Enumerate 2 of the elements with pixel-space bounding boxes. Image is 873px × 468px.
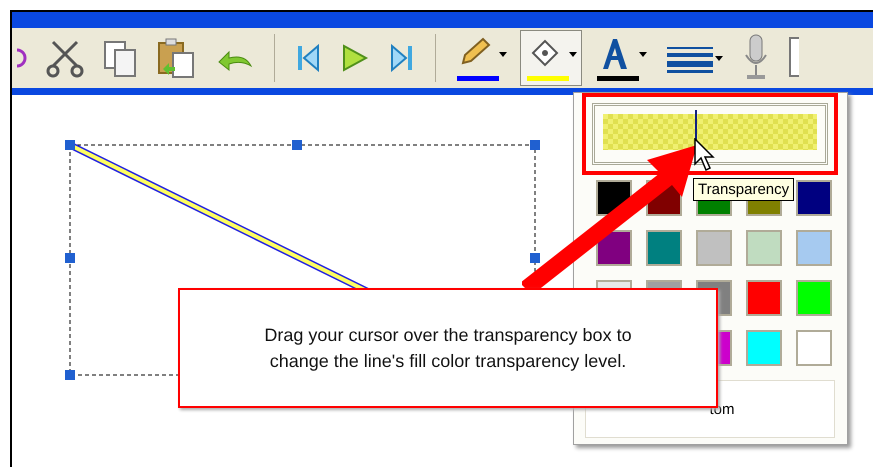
callout-text: Drag your cursor over the transparency box to change the line's fill color transparency level. xyxy=(263,324,633,373)
transparency-tooltip: Transparency xyxy=(693,178,794,201)
